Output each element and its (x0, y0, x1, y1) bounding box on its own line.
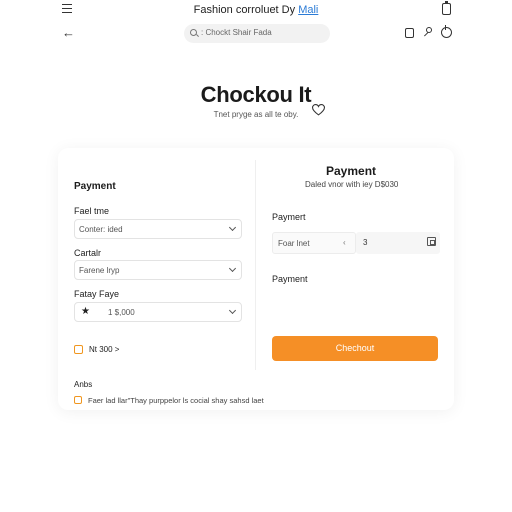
star-icon: ★ (81, 306, 90, 317)
chevron-down-icon (228, 306, 237, 315)
field3-label: Fatay Faye (74, 289, 120, 299)
right-title: Payment (326, 164, 377, 178)
field1-value: Conter: ided (79, 225, 123, 234)
page-title: Chockou It (200, 82, 312, 107)
right-section1-label: Paymert (272, 212, 306, 222)
square-icon[interactable] (405, 28, 414, 38)
payment-method-select[interactable]: Foar lnet ‹ (272, 232, 356, 254)
payment-method-separator: ‹ (343, 238, 346, 247)
right-section2-label: Payment (272, 274, 308, 284)
field1-select[interactable]: Conter: ided (74, 219, 242, 239)
field2-value: Farene lryp (79, 266, 120, 275)
search-icon (190, 29, 197, 36)
date-input[interactable]: 3 (356, 232, 440, 254)
search-placeholder: : Chockt Shair Fada (201, 28, 272, 37)
field3-value: 1 $,000 (108, 308, 135, 317)
note-label: Anbs (74, 380, 93, 389)
page-subtitle: Tnet pryge as all te oby. (213, 110, 299, 119)
checkout-button[interactable]: Chechout (272, 336, 438, 361)
column-divider (255, 160, 256, 370)
calendar-icon[interactable] (427, 237, 436, 246)
field3-select[interactable]: ★ 1 $,000 (74, 302, 242, 322)
terms-checkbox[interactable] (74, 396, 82, 404)
left-section-title: Payment (74, 181, 116, 192)
brand-link[interactable]: Mali (298, 4, 318, 16)
chevron-down-icon (228, 223, 237, 232)
option-checkbox[interactable] (74, 345, 83, 354)
right-subtitle: Daled vnor with iey D$030 (305, 180, 399, 189)
field2-label: Cartalr (74, 248, 102, 258)
back-icon[interactable]: ← (62, 26, 75, 40)
option-label[interactable]: Nt 300 > (89, 345, 119, 354)
phone-icon[interactable] (442, 1, 451, 15)
brand-title: Fashion corroluet Dy Mali (0, 4, 512, 16)
search-input[interactable]: : Chockt Shair Fada (184, 24, 330, 43)
key-icon[interactable] (422, 27, 432, 39)
date-value: 3 (363, 238, 368, 247)
field1-label: Fael tme (74, 206, 110, 216)
power-icon[interactable] (441, 25, 452, 38)
terms-text: Faer lad llar"Thay purppelor ls cocial s… (88, 396, 264, 405)
chevron-down-icon (228, 264, 237, 273)
field2-select[interactable]: Farene lryp (74, 260, 242, 280)
brand-text: Fashion corroluet Dy (193, 4, 296, 16)
payment-method-value: Foar lnet (278, 239, 310, 248)
top-bar: Fashion corroluet Dy Mali (0, 0, 512, 22)
